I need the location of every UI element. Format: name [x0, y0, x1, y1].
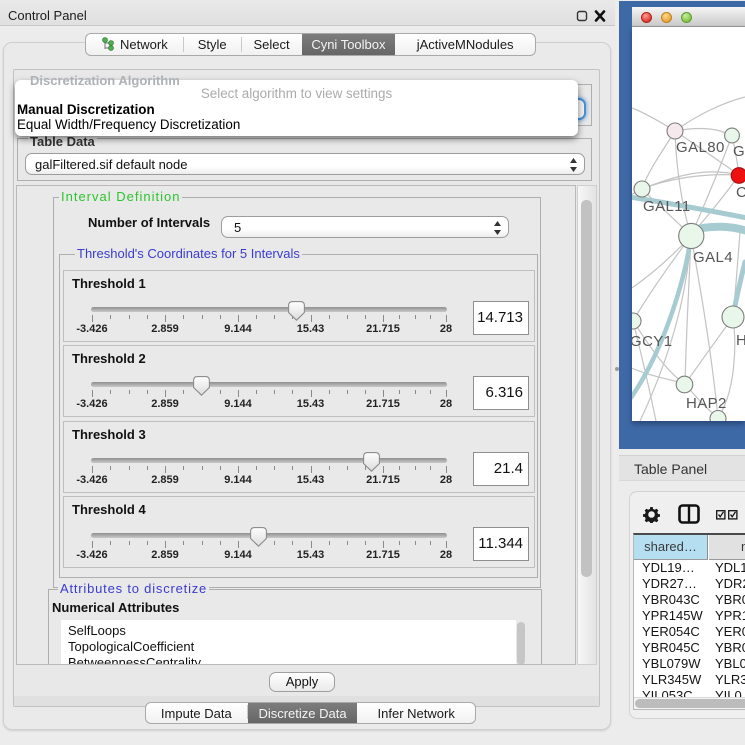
svg-text:G…: G… — [733, 143, 745, 160]
svg-text:H: H — [736, 332, 745, 349]
svg-text:C: C — [736, 184, 745, 201]
svg-text:GAL80: GAL80 — [676, 139, 725, 156]
svg-text:GAL11: GAL11 — [643, 198, 691, 215]
svg-text:GCY1: GCY1 — [632, 333, 672, 350]
svg-text:GAL4: GAL4 — [693, 249, 733, 266]
svg-text:HAP2: HAP2 — [686, 395, 727, 412]
